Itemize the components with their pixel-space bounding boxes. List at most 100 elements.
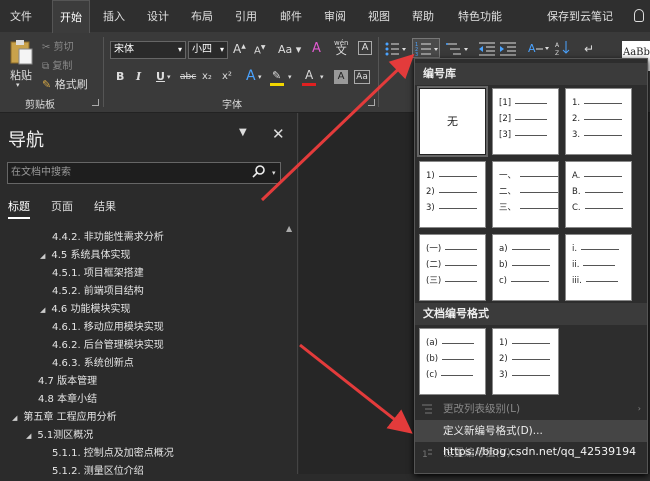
- lightbulb-icon[interactable]: [634, 9, 644, 22]
- expand-arrow-icon[interactable]: ◢: [26, 432, 31, 440]
- tile-line: c): [499, 276, 549, 287]
- chevron-down-icon[interactable]: ▾: [320, 73, 324, 81]
- nav-heading-item[interactable]: ◢ 4.5 系统具体实现: [40, 247, 130, 265]
- tab-file[interactable]: 文件: [0, 0, 42, 33]
- chevron-down-icon[interactable]: ▾: [167, 73, 171, 81]
- expand-arrow-icon[interactable]: ◢: [40, 252, 45, 260]
- nav-heading-item[interactable]: 4.8 本章小结: [38, 391, 97, 409]
- numbering-format-tile[interactable]: 1. 2. 3.: [565, 88, 632, 155]
- nav-heading-item[interactable]: ◢ 5.1测区概况: [26, 427, 93, 445]
- bold-button[interactable]: B: [116, 70, 124, 83]
- numbering-format-tile[interactable]: [1] [2] [3]: [492, 88, 559, 155]
- tile-line: [1]: [499, 98, 548, 109]
- numbering-format-tile[interactable]: 一、 二、 三、: [492, 161, 559, 228]
- char-shading-button[interactable]: A: [334, 70, 348, 84]
- tab-view[interactable]: 视图: [363, 0, 395, 33]
- underline-button[interactable]: U: [156, 70, 165, 83]
- numbering-format-tile[interactable]: 无: [417, 86, 488, 157]
- shrink-font-button[interactable]: A▼: [254, 44, 265, 56]
- numbering-icon[interactable]: 123: [412, 38, 440, 58]
- clipboard-launcher-icon[interactable]: [92, 99, 99, 106]
- font-size-combo[interactable]: 小四 ▾: [188, 41, 228, 59]
- tile-line-bar: [438, 192, 477, 193]
- copy-button[interactable]: ⧉ 复制: [42, 57, 72, 72]
- numbering-format-tile[interactable]: (一) (二) (三): [419, 234, 486, 301]
- nav-search-input[interactable]: 在文档中搜索: [7, 162, 281, 184]
- define-new-number-format-item[interactable]: 定义新编号格式(D)...: [415, 420, 647, 442]
- tab-references[interactable]: 引用: [230, 0, 262, 33]
- enclose-char-icon[interactable]: A: [358, 41, 372, 55]
- text-effect-button[interactable]: A: [246, 68, 256, 84]
- nav-heading-item[interactable]: 5.1.2. 测量区位介绍: [52, 463, 144, 481]
- numbering-format-tile[interactable]: A. B. C.: [565, 161, 632, 228]
- tab-home[interactable]: 开始: [52, 0, 90, 33]
- nav-tab-pages[interactable]: 页面: [51, 198, 73, 214]
- nav-heading-item[interactable]: 4.6.3. 系统创新点: [52, 355, 134, 373]
- numbering-format-tile[interactable]: i. ii. iii.: [565, 234, 632, 301]
- show-marks-icon[interactable]: ↵: [582, 39, 596, 57]
- change-case-button[interactable]: Aa ▾: [278, 43, 301, 56]
- expand-arrow-icon[interactable]: ◢: [12, 414, 17, 422]
- tab-design[interactable]: 设计: [142, 0, 174, 33]
- font-launcher-icon[interactable]: [368, 99, 375, 106]
- strikethrough-button[interactable]: abc: [180, 72, 196, 82]
- nav-heading-item[interactable]: 4.7 版本管理: [38, 373, 97, 391]
- increase-indent-icon[interactable]: [499, 41, 517, 57]
- chevron-down-icon[interactable]: ▾: [288, 73, 292, 81]
- chevron-down-icon[interactable]: ▾: [258, 73, 262, 81]
- nav-heading-item[interactable]: ◢ 4.6 功能模块实现: [40, 301, 130, 319]
- nav-heading-item[interactable]: 4.5.1. 项目框架搭建: [52, 265, 144, 283]
- highlight-button[interactable]: ✎: [270, 69, 286, 87]
- expand-arrow-icon[interactable]: ◢: [40, 306, 45, 314]
- nav-heading-item[interactable]: 4.6.2. 后台管理模块实现: [52, 337, 164, 355]
- search-icon[interactable]: [252, 165, 266, 179]
- grow-font-button[interactable]: A▲: [233, 42, 246, 56]
- subscript-button[interactable]: x₂: [202, 71, 212, 82]
- decrease-indent-icon[interactable]: [478, 41, 496, 57]
- tab-mailings[interactable]: 邮件: [275, 0, 307, 33]
- tile-line-bar: [520, 192, 559, 193]
- numbering-format-tile[interactable]: 1) 2) 3): [492, 328, 559, 395]
- chinese-layout-icon[interactable]: A: [526, 39, 550, 57]
- tab-save-cloud-note[interactable]: 保存到云笔记: [540, 0, 620, 33]
- change-list-level-item[interactable]: 更改列表级别(L) ›: [415, 398, 647, 420]
- tab-layout[interactable]: 布局: [186, 0, 218, 33]
- clear-format-icon[interactable]: A: [312, 41, 321, 56]
- scroll-up-icon[interactable]: ▲: [286, 224, 292, 233]
- tab-special-features[interactable]: 特色功能: [450, 0, 510, 33]
- numbering-format-tile[interactable]: (a) (b) (c): [419, 328, 486, 395]
- bullets-icon[interactable]: [384, 41, 408, 57]
- cut-button[interactable]: ✂ 剪切: [42, 38, 74, 53]
- tab-review[interactable]: 审阅: [319, 0, 351, 33]
- tile-number: 3): [499, 370, 508, 380]
- sort-icon[interactable]: AZ: [554, 39, 570, 57]
- nav-tab-headings[interactable]: 标题: [8, 198, 30, 219]
- tile-number: (一): [426, 244, 442, 254]
- font-name-value: 宋体: [114, 44, 134, 55]
- char-border-button[interactable]: Aa: [354, 70, 370, 84]
- phonetic-guide-button[interactable]: wén 文: [334, 39, 348, 56]
- chevron-down-icon[interactable]: ▼: [239, 127, 247, 138]
- italic-button[interactable]: I: [136, 70, 141, 83]
- font-name-combo[interactable]: 宋体 ▾: [110, 41, 186, 59]
- nav-heading-item[interactable]: 4.5.2. 前端项目结构: [52, 283, 144, 301]
- multilevel-list-icon[interactable]: [446, 41, 472, 57]
- font-color-button[interactable]: A: [302, 68, 318, 86]
- superscript-button[interactable]: x²: [222, 71, 232, 82]
- nav-heading-item[interactable]: 4.4.2. 非功能性需求分析: [52, 229, 164, 247]
- nav-tab-results[interactable]: 结果: [94, 198, 116, 214]
- none-label: 无: [447, 115, 458, 128]
- numbering-format-tile[interactable]: a) b) c): [492, 234, 559, 301]
- tile-line: b): [499, 260, 550, 271]
- paste-button[interactable]: 粘贴 ▾: [6, 37, 34, 89]
- close-icon[interactable]: ✕: [272, 125, 285, 143]
- tab-insert[interactable]: 插入: [98, 0, 130, 33]
- nav-heading-item[interactable]: ◢ 第五章 工程应用分析: [12, 409, 117, 427]
- numbering-format-tile[interactable]: 1) 2) 3): [419, 161, 486, 228]
- nav-heading-item[interactable]: 5.1.1. 控制点及加密点概况: [52, 445, 174, 463]
- tile-number: b): [499, 260, 508, 270]
- tab-help[interactable]: 帮助: [407, 0, 439, 33]
- format-painter-button[interactable]: ✎ 格式刷: [42, 76, 88, 92]
- chevron-down-icon[interactable]: ▾: [272, 169, 276, 177]
- nav-heading-item[interactable]: 4.6.1. 移动应用模块实现: [52, 319, 164, 337]
